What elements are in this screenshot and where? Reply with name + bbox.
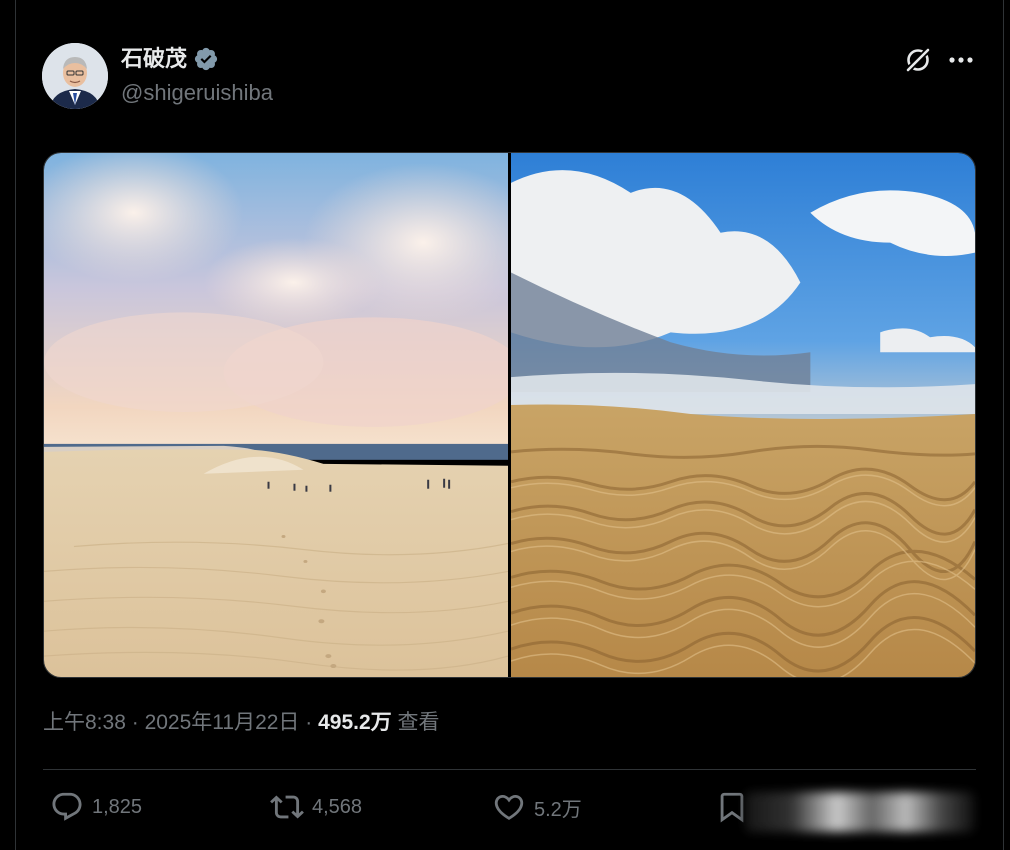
more-options-icon[interactable] [946,47,976,73]
grok-icon[interactable] [903,45,933,75]
avatar[interactable] [42,43,108,109]
tweet-date[interactable]: 2025年11月22日 [145,711,300,734]
action-divider [43,769,976,770]
like-count: 5.2万 [534,798,582,821]
heart-icon [492,790,526,824]
author-handle[interactable]: @shigeruishiba [121,79,273,107]
verified-badge-icon [193,46,219,72]
repost-button[interactable]: 4,568 [270,790,362,824]
meta-separator-2: · [305,711,313,734]
reply-count: 1,825 [92,795,143,818]
photo-right[interactable] [511,153,975,677]
views-count: 495.2万 [318,711,392,734]
reply-button[interactable]: 1,825 [50,790,142,824]
left-border [15,0,16,850]
photo-left[interactable] [44,153,508,677]
views-label: 查看 [397,711,440,734]
author-name-row[interactable]: 石破茂 [121,45,219,73]
right-border [1003,0,1004,850]
bookmark-button[interactable] [715,790,749,824]
sand-ripples-sky-image [511,153,975,677]
like-button[interactable]: 5.2万 [492,790,582,824]
obscured-region [745,792,975,832]
bookmark-icon [715,790,749,824]
reply-icon [50,790,84,824]
author-display-name[interactable]: 石破茂 [121,45,187,73]
media-grid [43,152,976,678]
tweet-time[interactable]: 上午8:38 [43,711,126,734]
repost-icon [270,790,304,824]
sand-dunes-people-image [44,153,508,677]
meta-separator: · [131,711,139,734]
tweet-meta: 上午8:38 · 2025年11月22日 · 495.2万 查看 [43,708,440,738]
repost-count: 4,568 [312,795,363,818]
